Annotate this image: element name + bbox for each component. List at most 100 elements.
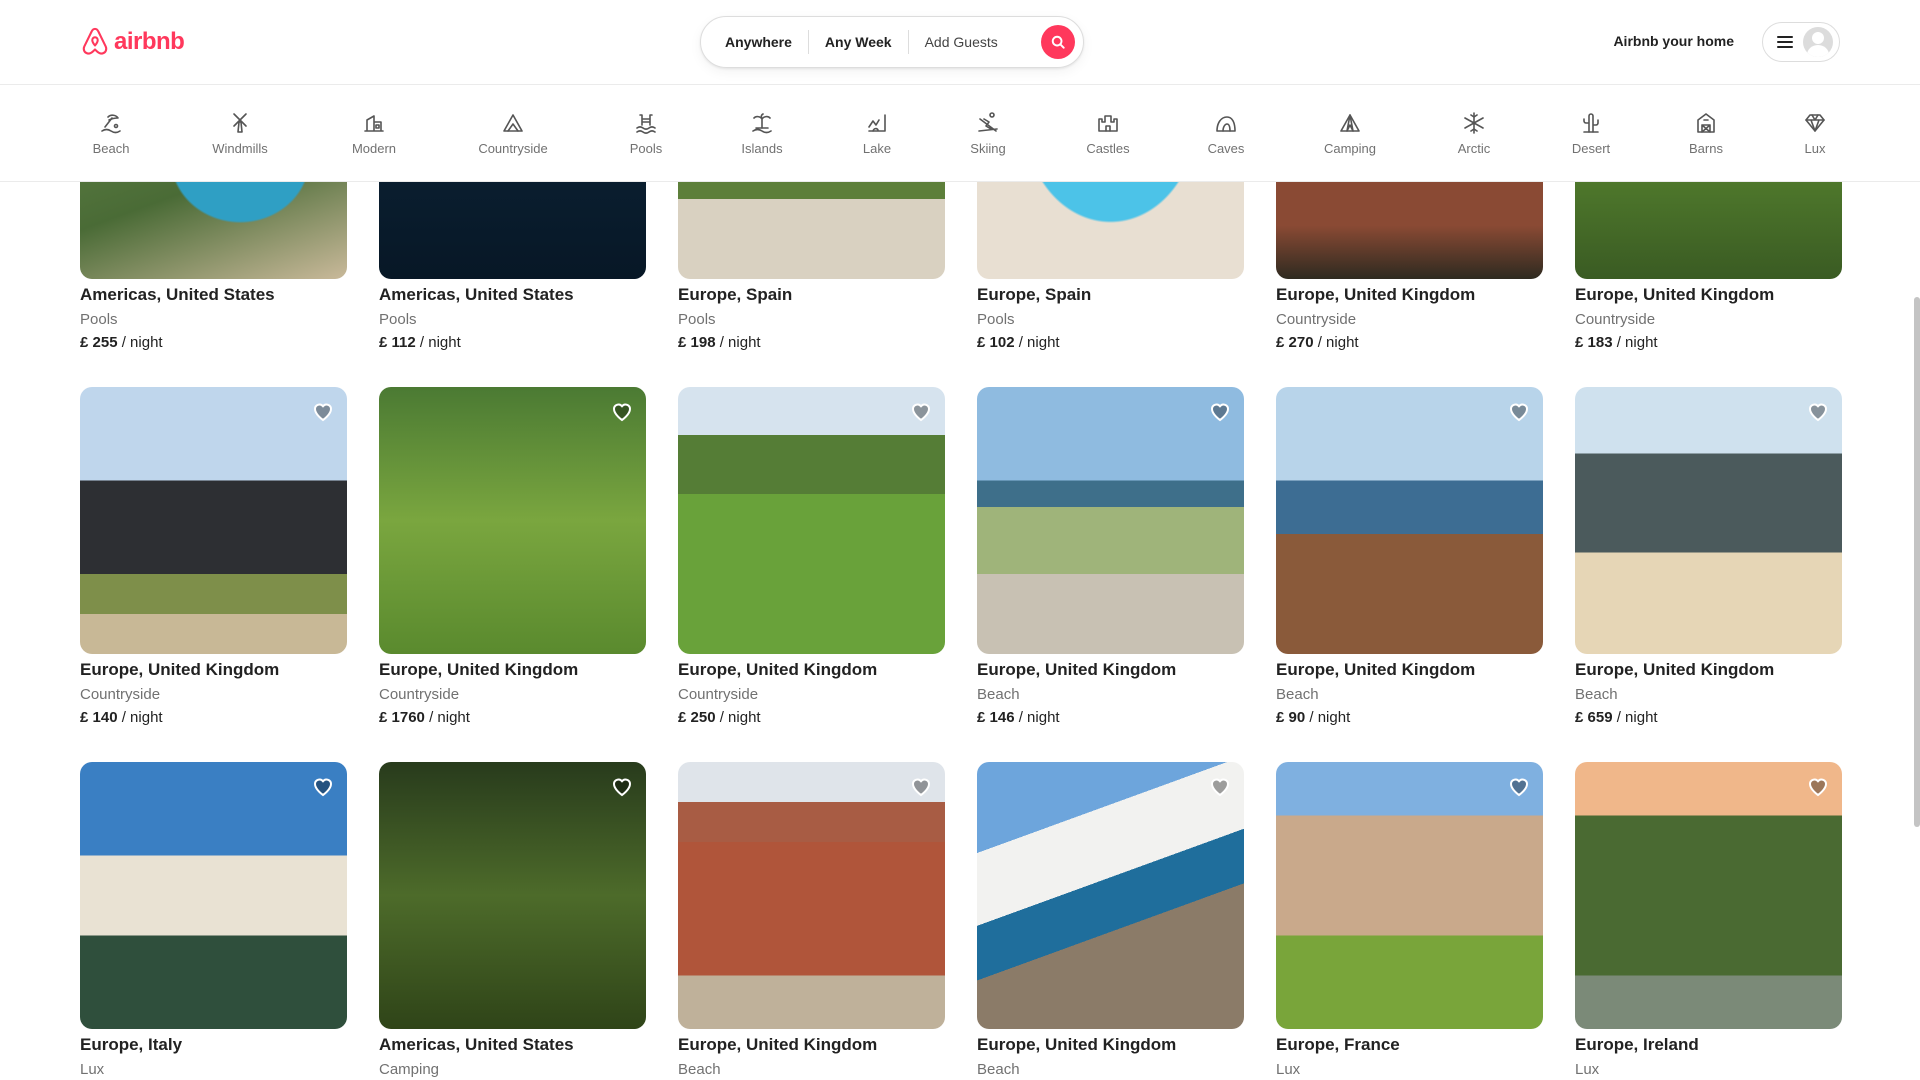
listing-photo[interactable] xyxy=(80,762,347,1029)
search-add-guests[interactable]: Add Guests xyxy=(909,30,1014,54)
listing-card[interactable]: Europe, France Lux xyxy=(1276,762,1543,1078)
listing-card[interactable]: Europe, Italy Lux xyxy=(80,762,347,1078)
listing-photo[interactable] xyxy=(1575,387,1842,654)
category-pools[interactable]: Pools xyxy=(591,111,701,156)
heart-icon xyxy=(1808,778,1828,797)
search-button[interactable] xyxy=(1041,25,1075,59)
wishlist-heart-button[interactable] xyxy=(1208,774,1232,798)
listing-price: £ 250 / night xyxy=(678,709,945,726)
listing-photo[interactable] xyxy=(678,387,945,654)
listing-photo[interactable] xyxy=(1276,387,1543,654)
lake-icon xyxy=(868,114,886,132)
wishlist-heart-button[interactable] xyxy=(909,399,933,423)
search-bar[interactable]: Anywhere Any Week Add Guests xyxy=(700,16,1084,68)
listing-photo[interactable] xyxy=(379,762,646,1029)
listing-price: £ 90 / night xyxy=(1276,709,1543,726)
listing-location: Europe, France xyxy=(1276,1035,1400,1054)
category-label: Windmills xyxy=(212,141,268,156)
hamburger-icon xyxy=(1777,36,1793,48)
price-amount: £ 102 xyxy=(977,334,1015,351)
wishlist-heart-button[interactable] xyxy=(1806,399,1830,423)
wishlist-heart-button[interactable] xyxy=(1507,399,1531,423)
search-anywhere[interactable]: Anywhere xyxy=(709,30,808,54)
heart-icon xyxy=(612,778,632,797)
category-camping[interactable]: Camping xyxy=(1295,111,1405,156)
listing-photo[interactable] xyxy=(1575,762,1842,1029)
price-amount: £ 140 xyxy=(80,709,118,726)
airbnb-your-home-link[interactable]: Airbnb your home xyxy=(1613,33,1734,49)
listing-card[interactable]: Europe, United Kingdom Countryside £ 140… xyxy=(80,387,347,726)
page-scrollbar[interactable] xyxy=(1914,297,1920,827)
wishlist-heart-button[interactable] xyxy=(311,399,335,423)
wishlist-heart-button[interactable] xyxy=(610,399,634,423)
avatar xyxy=(1803,27,1833,57)
category-castles[interactable]: Castles xyxy=(1053,111,1163,156)
category-lake[interactable]: Lake xyxy=(822,111,932,156)
top-header: airbnb Anywhere Any Week Add Guests Airb… xyxy=(0,0,1920,85)
price-unit: / night xyxy=(719,709,761,726)
category-islands[interactable]: Islands xyxy=(707,111,817,156)
wishlist-heart-button[interactable] xyxy=(610,774,634,798)
wishlist-heart-button[interactable] xyxy=(909,774,933,798)
heart-icon xyxy=(1210,403,1230,422)
listing-card[interactable]: Americas, United States Camping xyxy=(379,762,646,1078)
price-unit: / night xyxy=(1018,334,1060,351)
category-skiing[interactable]: Skiing xyxy=(933,111,1043,156)
listing-location: Europe, Spain xyxy=(977,285,1092,304)
listing-category: Lux xyxy=(80,1061,105,1078)
category-modern[interactable]: Modern xyxy=(319,111,429,156)
wishlist-heart-button[interactable] xyxy=(1208,399,1232,423)
listing-card[interactable]: Europe, United Kingdom Beach £ 146 / nig… xyxy=(977,387,1244,726)
category-label: Skiing xyxy=(970,141,1006,156)
listing-location: Europe, United Kingdom xyxy=(678,660,878,679)
listing-card[interactable]: Europe, United Kingdom Beach £ 90 / nigh… xyxy=(1276,387,1543,726)
listing-price: £ 270 / night xyxy=(1276,334,1543,351)
listing-location: Europe, United Kingdom xyxy=(1575,285,1775,304)
listing-photo[interactable] xyxy=(977,387,1244,654)
category-arctic[interactable]: Arctic xyxy=(1419,111,1529,156)
category-label: Arctic xyxy=(1457,141,1491,156)
listing-location: Americas, United States xyxy=(379,1035,574,1054)
castle-icon xyxy=(1098,115,1118,132)
user-menu-button[interactable] xyxy=(1762,22,1840,62)
listing-photo[interactable] xyxy=(1276,762,1543,1029)
listing-card[interactable]: Europe, United Kingdom Beach xyxy=(678,762,945,1078)
listing-category: Countryside xyxy=(1575,311,1656,328)
listing-photo[interactable] xyxy=(678,762,945,1029)
price-unit: / night xyxy=(1317,334,1359,351)
category-windmills[interactable]: Windmills xyxy=(185,111,295,156)
category-label: Caves xyxy=(1207,141,1245,156)
search-any-week[interactable]: Any Week xyxy=(809,30,908,54)
windmill-icon xyxy=(233,113,247,133)
category-countryside[interactable]: Countryside xyxy=(458,111,568,156)
listing-price: £ 183 / night xyxy=(1575,334,1842,351)
price-unit: / night xyxy=(429,709,470,726)
category-desert[interactable]: Desert xyxy=(1536,111,1646,156)
category-caves[interactable]: Caves xyxy=(1171,111,1281,156)
wishlist-heart-button[interactable] xyxy=(1507,774,1531,798)
category-beach[interactable]: Beach xyxy=(56,111,166,156)
price-unit: / night xyxy=(1018,709,1060,726)
listing-card[interactable]: Europe, United Kingdom Beach £ 659 / nig… xyxy=(1575,387,1842,726)
category-lux[interactable]: Lux xyxy=(1760,111,1870,156)
listing-photo[interactable] xyxy=(80,387,347,654)
modern-house-icon xyxy=(364,115,384,132)
listing-photo[interactable] xyxy=(977,762,1244,1029)
listing-location: Europe, United Kingdom xyxy=(977,660,1177,679)
listing-card[interactable]: Europe, Ireland Lux xyxy=(1575,762,1842,1078)
category-label: Barns xyxy=(1689,141,1723,156)
price-amount: £ 1760 xyxy=(379,709,425,726)
category-barns[interactable]: Barns xyxy=(1651,111,1761,156)
airbnb-logo[interactable]: airbnb xyxy=(80,26,185,58)
countryside-icon xyxy=(503,114,523,132)
price-amount: £ 255 xyxy=(80,334,118,351)
heart-icon xyxy=(911,403,931,422)
listing-card[interactable]: Europe, United Kingdom Beach xyxy=(977,762,1244,1078)
listing-photo[interactable] xyxy=(379,387,646,654)
category-label: Castles xyxy=(1086,141,1130,156)
listing-card[interactable]: Europe, United Kingdom Countryside £ 250… xyxy=(678,387,945,726)
listing-card[interactable]: Europe, United Kingdom Countryside £ 176… xyxy=(379,387,646,726)
wishlist-heart-button[interactable] xyxy=(1806,774,1830,798)
price-unit: / night xyxy=(1309,709,1351,726)
wishlist-heart-button[interactable] xyxy=(311,774,335,798)
